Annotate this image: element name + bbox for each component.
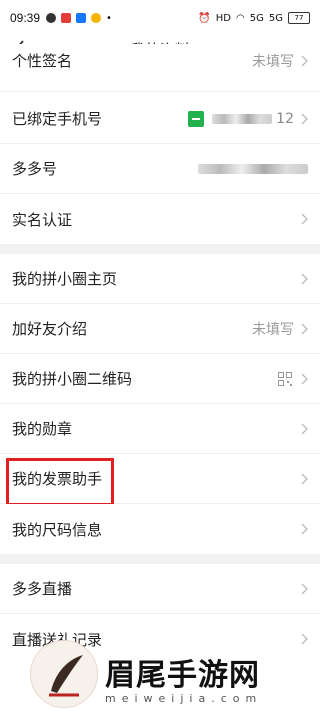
chevron-right-icon: [301, 423, 308, 434]
app-icon: [91, 13, 102, 23]
signal-5g-label-2: 5G: [268, 12, 283, 24]
notification-icons: •: [46, 13, 112, 24]
row-label: 实名认证: [12, 210, 73, 229]
watermark-logo-icon: [30, 640, 98, 708]
chevron-right-icon: [301, 473, 308, 484]
phone-suffix: 12: [276, 110, 294, 127]
alarm-icon: ⏰: [198, 12, 211, 24]
qrcode-icon: [278, 371, 292, 386]
row-friend-intro[interactable]: 加好友介绍 未填写: [0, 304, 320, 354]
watermark-url: meiweijia.com: [105, 692, 263, 705]
wechat-icon: [46, 13, 57, 23]
row-badges[interactable]: 我的勋章: [0, 404, 320, 454]
row-label: 加好友介绍: [12, 320, 88, 338]
row-bound-phone[interactable]: 已绑定手机号 12: [0, 94, 320, 144]
row-label: 我的拼小圈主页: [12, 270, 118, 288]
row-label: 我的拼小圈二维码: [12, 370, 133, 388]
row-homepage[interactable]: 我的拼小圈主页: [0, 254, 320, 304]
alipay-icon: [76, 13, 87, 23]
row-label: 我的尺码信息: [12, 520, 103, 539]
chevron-right-icon: [301, 583, 308, 594]
hd-label: HD: [215, 12, 232, 24]
masked-phone: [212, 113, 273, 124]
chevron-right-icon: [301, 523, 308, 535]
row-qrcode[interactable]: 我的拼小圈二维码: [0, 354, 320, 404]
row-duoduo-live[interactable]: 多多直播: [0, 564, 320, 614]
app-icon: [61, 13, 72, 23]
status-time: 09:39: [10, 11, 41, 25]
row-realname-auth[interactable]: 实名认证: [0, 194, 320, 244]
row-label: 多多号: [12, 160, 58, 178]
chevron-right-icon: [301, 373, 308, 384]
wifi-icon: ◠: [236, 12, 245, 24]
section-divider: [0, 554, 320, 564]
row-label: 个性签名: [12, 52, 73, 70]
section-divider: [0, 244, 320, 254]
row-label: 多多直播: [12, 580, 73, 598]
row-value: 未填写: [252, 321, 294, 338]
system-icons: ⏰ HD ◠ 5G 5G 77: [198, 12, 310, 24]
row-label: 已绑定手机号: [12, 110, 103, 128]
battery-icon: 77: [288, 12, 310, 24]
masked-duoduo-id: [198, 163, 308, 174]
more-dot: •: [106, 12, 112, 24]
chevron-right-icon: [301, 55, 308, 67]
watermark: 眉尾手游网 meiweijia.com: [30, 640, 320, 715]
status-bar: 09:39 • ⏰ HD ◠ 5G 5G 77: [0, 0, 320, 36]
signal-5g-label: 5G: [249, 12, 264, 24]
battery-level: 77: [294, 14, 304, 22]
chevron-right-icon: [301, 273, 308, 284]
chevron-right-icon: [301, 113, 308, 124]
phone-icon: [188, 110, 205, 127]
watermark-brand: 眉尾手游网: [105, 658, 260, 693]
chevron-right-icon: [301, 213, 308, 225]
highlight-box: [6, 458, 114, 506]
row-duoduo-id[interactable]: 多多号: [0, 144, 320, 194]
row-label: 我的勋章: [12, 420, 73, 438]
chevron-right-icon: [301, 323, 308, 334]
row-signature[interactable]: 个性签名 未填写: [0, 44, 320, 92]
row-size-info[interactable]: 我的尺码信息: [0, 504, 320, 554]
row-value: 未填写: [252, 54, 294, 70]
